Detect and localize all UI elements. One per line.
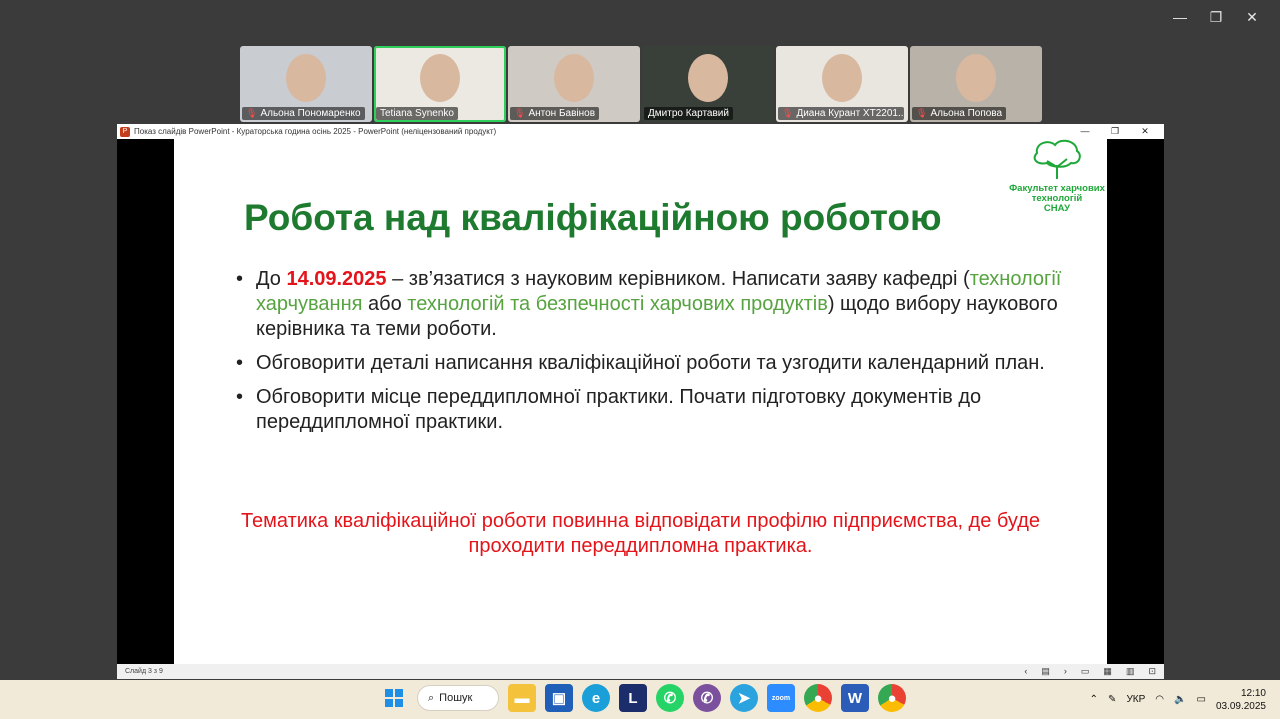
participant-gallery: 🎙 Альона Пономаренко Tetiana Synenko 🎙 Антон… [240, 46, 1042, 122]
restore-button[interactable]: ❐ [1198, 6, 1234, 28]
volume-icon[interactable]: 🔈 [1174, 694, 1186, 705]
close-button[interactable]: ✕ [1234, 6, 1270, 28]
pen-icon[interactable]: ✎ [1108, 694, 1116, 705]
wifi-icon[interactable]: ◠ [1155, 694, 1164, 705]
word-icon[interactable]: W [841, 684, 869, 712]
participant-name: Альона Попова [930, 108, 1003, 119]
mic-muted-icon: 🎙 [782, 108, 794, 118]
participant-name-label: 🎙 Альона Попова [912, 107, 1007, 120]
search-label: Пошук [439, 692, 473, 704]
participant-tile[interactable]: 🎙 Антон Бавінов [508, 46, 640, 122]
window-controls: — ❐ ✕ [1162, 6, 1270, 28]
slides-menu-icon[interactable]: ▤ [1041, 664, 1050, 679]
slide-counter: Слайд 3 з 9 [125, 668, 163, 675]
participant-name: Антон Бавінов [528, 108, 596, 119]
participant-video [688, 54, 728, 102]
whatsapp-icon[interactable]: ✆ [656, 684, 684, 712]
language-indicator[interactable]: УКР [1126, 694, 1145, 705]
powerpoint-icon: P [120, 126, 130, 137]
viber-icon[interactable]: ✆ [693, 684, 721, 712]
department-2: технологій та безпечності харчових проду… [407, 293, 828, 315]
l-app-icon[interactable]: L [619, 684, 647, 712]
store-icon[interactable]: ▣ [545, 684, 573, 712]
bullet-1: До 14.09.2025 – зв’язатися з науковим ке… [234, 267, 1064, 342]
edge-icon[interactable]: e [582, 684, 610, 712]
participant-name: Дмитро Картавий [648, 108, 729, 119]
bullet-3: Обговорити місце переддипломної практики… [234, 385, 1064, 435]
ppt-status-bar: Слайд 3 з 9 ‹ ▤ › ▭ ▦ ▥ ⊡ [117, 664, 1164, 679]
chevron-up-icon[interactable]: ⌃ [1090, 694, 1098, 705]
file-explorer-icon[interactable]: ▬ [508, 684, 536, 712]
zoom-icon[interactable]: zoom [767, 684, 795, 712]
normal-view-icon[interactable]: ▭ [1081, 664, 1090, 679]
mic-muted-icon: 🎙 [246, 108, 258, 118]
bullet-1-pre: До [256, 268, 287, 290]
slide-note: Тематика кваліфікаційної роботи повинна … [240, 510, 1041, 557]
clock-time: 12:10 [1240, 687, 1266, 699]
system-tray: ⌃ ✎ УКР ◠ 🔈 ▭ 12:10 03.09.2025 [1090, 680, 1266, 719]
tree-logo-icon [1033, 139, 1081, 179]
bullet-2: Обговорити деталі написання кваліфікацій… [234, 351, 1064, 376]
faculty-logo: Факультет харчових технологій СНАУ [1007, 139, 1107, 214]
powerpoint-slideshow-window: P Показ слайдів PowerPoint - Кураторська… [117, 124, 1164, 679]
participant-tile[interactable]: Дмитро Картавий [642, 46, 774, 122]
participant-name-label: Tetiana Synenko [376, 107, 458, 120]
windows-start-icon[interactable] [380, 684, 408, 712]
mic-muted-icon: 🎙 [916, 108, 928, 118]
battery-icon[interactable]: ▭ [1196, 694, 1205, 705]
previous-slide-icon[interactable]: ‹ [1024, 664, 1027, 679]
participant-name-label: 🎙 Альона Пономаренко [242, 107, 365, 120]
participant-tile[interactable]: 🎙 Альона Пономаренко [240, 46, 372, 122]
participant-video [956, 54, 996, 102]
bullet-1-mid: – зв’язатися з науковим керівником. Напи… [386, 268, 970, 290]
ppt-minimize-button[interactable]: — [1070, 124, 1100, 139]
participant-name: Альона Пономаренко [260, 108, 361, 119]
participant-tile[interactable]: Tetiana Synenko [374, 46, 506, 122]
deadline-date: 14.09.2025 [286, 268, 387, 290]
next-slide-icon[interactable]: › [1064, 664, 1067, 679]
participant-name-label: 🎙 Диана Курант ХТ2201... [778, 107, 904, 120]
reading-view-icon[interactable]: ▥ [1126, 664, 1135, 679]
ppt-close-button[interactable]: ✕ [1130, 124, 1160, 139]
minimize-button[interactable]: — [1162, 6, 1198, 28]
participant-video [822, 54, 862, 102]
taskbar: ⌕ Пошук ▬ ▣ e L ✆ ✆ ➤ zoom ● W ● ⌃ ✎ УКР… [0, 680, 1280, 719]
ppt-restore-button[interactable]: ❐ [1100, 124, 1130, 139]
taskbar-search[interactable]: ⌕ Пошук [417, 685, 499, 711]
clock-date: 03.09.2025 [1215, 700, 1266, 712]
faculty-logo-line3: СНАУ [1043, 203, 1071, 214]
bullet-list: До 14.09.2025 – зв’язатися з науковим ке… [234, 267, 1064, 444]
mic-muted-icon: 🎙 [514, 108, 526, 118]
participant-name: Диана Курант ХТ2201... [796, 108, 904, 119]
chrome-profile-icon[interactable]: ● [878, 684, 906, 712]
slideshow-icon[interactable]: ⊡ [1148, 664, 1156, 679]
slide-sorter-icon[interactable]: ▦ [1103, 664, 1112, 679]
slide: Факультет харчових технологій СНАУ Робот… [174, 139, 1107, 664]
ppt-title-bar: P Показ слайдів PowerPoint - Кураторська… [117, 124, 1164, 139]
ppt-window-title: Показ слайдів PowerPoint - Кураторська г… [134, 127, 497, 136]
participant-name: Tetiana Synenko [380, 108, 454, 119]
bullet-1-or: або [362, 293, 408, 315]
search-icon: ⌕ [428, 691, 435, 704]
participant-video [420, 54, 460, 102]
participant-tile[interactable]: 🎙 Альона Попова [910, 46, 1042, 122]
chrome-icon[interactable]: ● [804, 684, 832, 712]
participant-video [286, 54, 326, 102]
zoom-meeting-window: — ❐ ✕ 🎙 Альона Пономаренко Tetiana Synenko… [0, 0, 1280, 680]
telegram-icon[interactable]: ➤ [730, 684, 758, 712]
slide-title: Робота над кваліфікаційною роботою [244, 197, 942, 238]
clock[interactable]: 12:10 03.09.2025 [1216, 687, 1266, 713]
participant-video [554, 54, 594, 102]
participant-tile[interactable]: 🎙 Диана Курант ХТ2201... [776, 46, 908, 122]
participant-name-label: 🎙 Антон Бавінов [510, 107, 600, 120]
participant-name-label: Дмитро Картавий [644, 107, 733, 120]
